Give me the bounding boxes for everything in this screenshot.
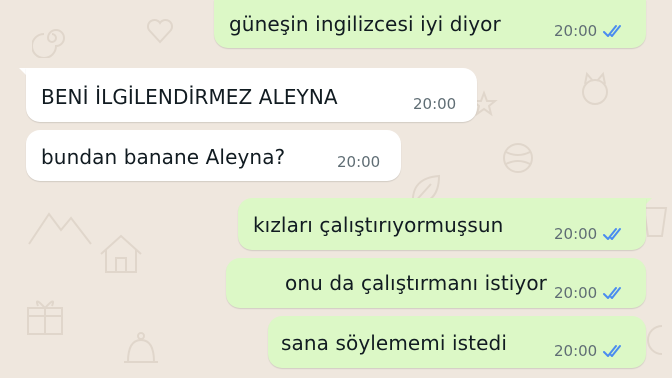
message-bubble-outgoing[interactable]: güneşin ingilizcesi iyi diyor 20:00 (214, 0, 646, 48)
message-time: 20:00 (554, 22, 598, 40)
message-text: onu da çalıştırmanı istiyor (285, 271, 548, 295)
double-check-icon (603, 228, 621, 240)
doodle-cat-icon (582, 71, 608, 105)
message-bubble-outgoing[interactable]: sana söylememi istedi 20:00 (268, 316, 646, 368)
double-check-icon (603, 345, 621, 357)
message-bubble-incoming[interactable]: bundan banane Aleyna? 20:00 (26, 130, 401, 181)
message-text: kızları çalıştırıyormuşsun (253, 213, 504, 237)
message-bubble-incoming[interactable]: BENİ İLGİLENDİRMEZ ALEYNA 20:00 (26, 68, 477, 122)
doodle-present-icon (27, 300, 63, 335)
doodle-house-icon (100, 234, 142, 273)
message-time: 20:00 (337, 153, 381, 171)
message-bubble-outgoing[interactable]: onu da çalıştırmanı istiyor 20:00 (226, 258, 646, 308)
doodle-bell-icon (124, 332, 158, 363)
double-check-icon (603, 25, 621, 37)
double-check-icon (603, 287, 621, 299)
message-time: 20:00 (554, 284, 598, 302)
doodle-spiral-icon (32, 29, 65, 58)
message-text: sana söylememi istedi (281, 331, 507, 355)
message-time: 20:00 (413, 95, 457, 113)
message-text: BENİ İLGİLENDİRMEZ ALEYNA (41, 85, 338, 109)
message-bubble-outgoing[interactable]: kızları çalıştırıyormuşsun 20:00 (238, 198, 646, 250)
doodle-ball-icon (503, 143, 533, 173)
message-text: bundan banane Aleyna? (41, 145, 286, 169)
message-time: 20:00 (554, 225, 598, 243)
chat-screen: { "messages": [ {"text": "güneşin ingili… (0, 0, 672, 378)
message-time: 20:00 (554, 342, 598, 360)
doodle-heart-icon (146, 18, 174, 44)
message-text: güneşin ingilizcesi iyi diyor (229, 12, 501, 36)
doodle-mountain-icon (28, 212, 92, 245)
